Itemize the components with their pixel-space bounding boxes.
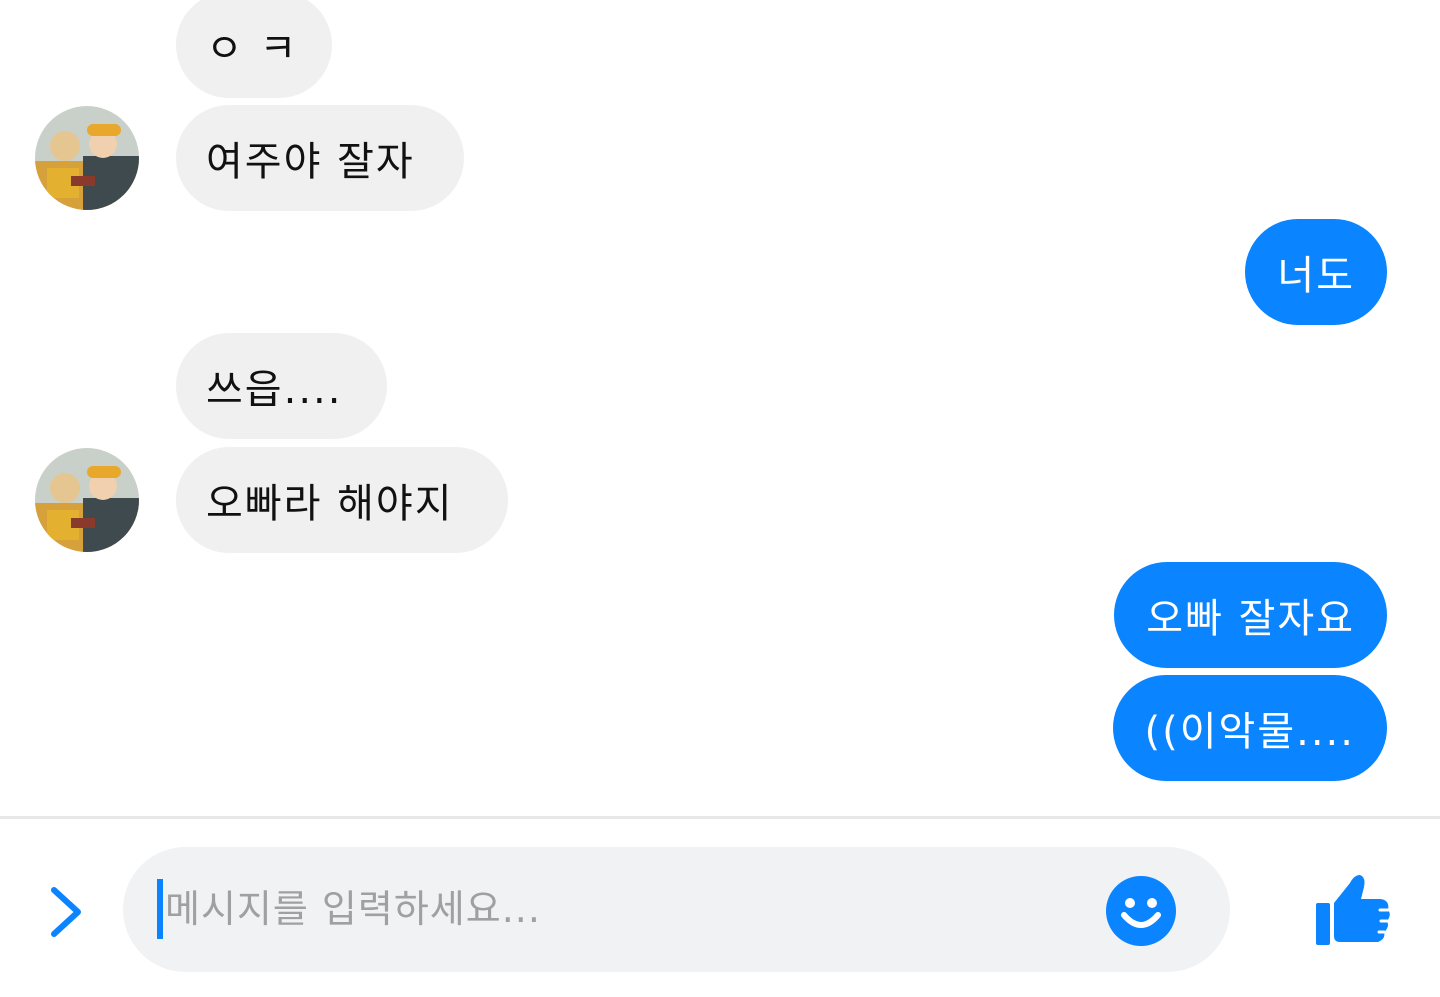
message-text: ㅇ ㅋ	[206, 26, 299, 72]
contact-avatar[interactable]	[35, 106, 139, 210]
smiley-icon	[1106, 876, 1176, 946]
message-input[interactable]: 메시지를 입력하세요...	[123, 847, 1230, 972]
text-caret	[157, 879, 163, 939]
message-bubble-incoming[interactable]: ㅇ ㅋ	[176, 0, 332, 98]
avatar-photo	[35, 448, 139, 552]
message-bubble-incoming[interactable]: 여주야 잘자	[176, 105, 464, 211]
message-input-placeholder: 메시지를 입력하세요...	[165, 887, 541, 931]
message-text: 여주야 잘자	[206, 139, 415, 185]
emoji-button[interactable]	[1105, 875, 1177, 947]
avatar-photo	[35, 106, 139, 210]
message-bubble-outgoing[interactable]: 너도	[1245, 219, 1387, 325]
message-bubble-outgoing[interactable]: 오빠 잘자요	[1114, 562, 1387, 668]
message-composer: 메시지를 입력하세요...	[0, 819, 1440, 997]
message-text: 오빠라 해야지	[206, 481, 454, 527]
message-bubble-incoming[interactable]: 쓰읍....	[176, 333, 387, 439]
contact-avatar[interactable]	[35, 448, 139, 552]
message-text: ((이악물....	[1144, 709, 1355, 755]
like-button[interactable]	[1310, 869, 1392, 949]
chevron-right-icon	[51, 887, 81, 937]
message-text: 쓰읍....	[206, 367, 343, 413]
message-bubble-incoming[interactable]: 오빠라 해야지	[176, 447, 508, 553]
message-text: 너도	[1277, 253, 1355, 299]
message-bubble-outgoing[interactable]: ((이악물....	[1112, 675, 1387, 781]
message-text: 오빠 잘자요	[1146, 596, 1355, 642]
thumbs-up-icon	[1316, 875, 1390, 945]
expand-actions-button[interactable]	[40, 884, 96, 940]
